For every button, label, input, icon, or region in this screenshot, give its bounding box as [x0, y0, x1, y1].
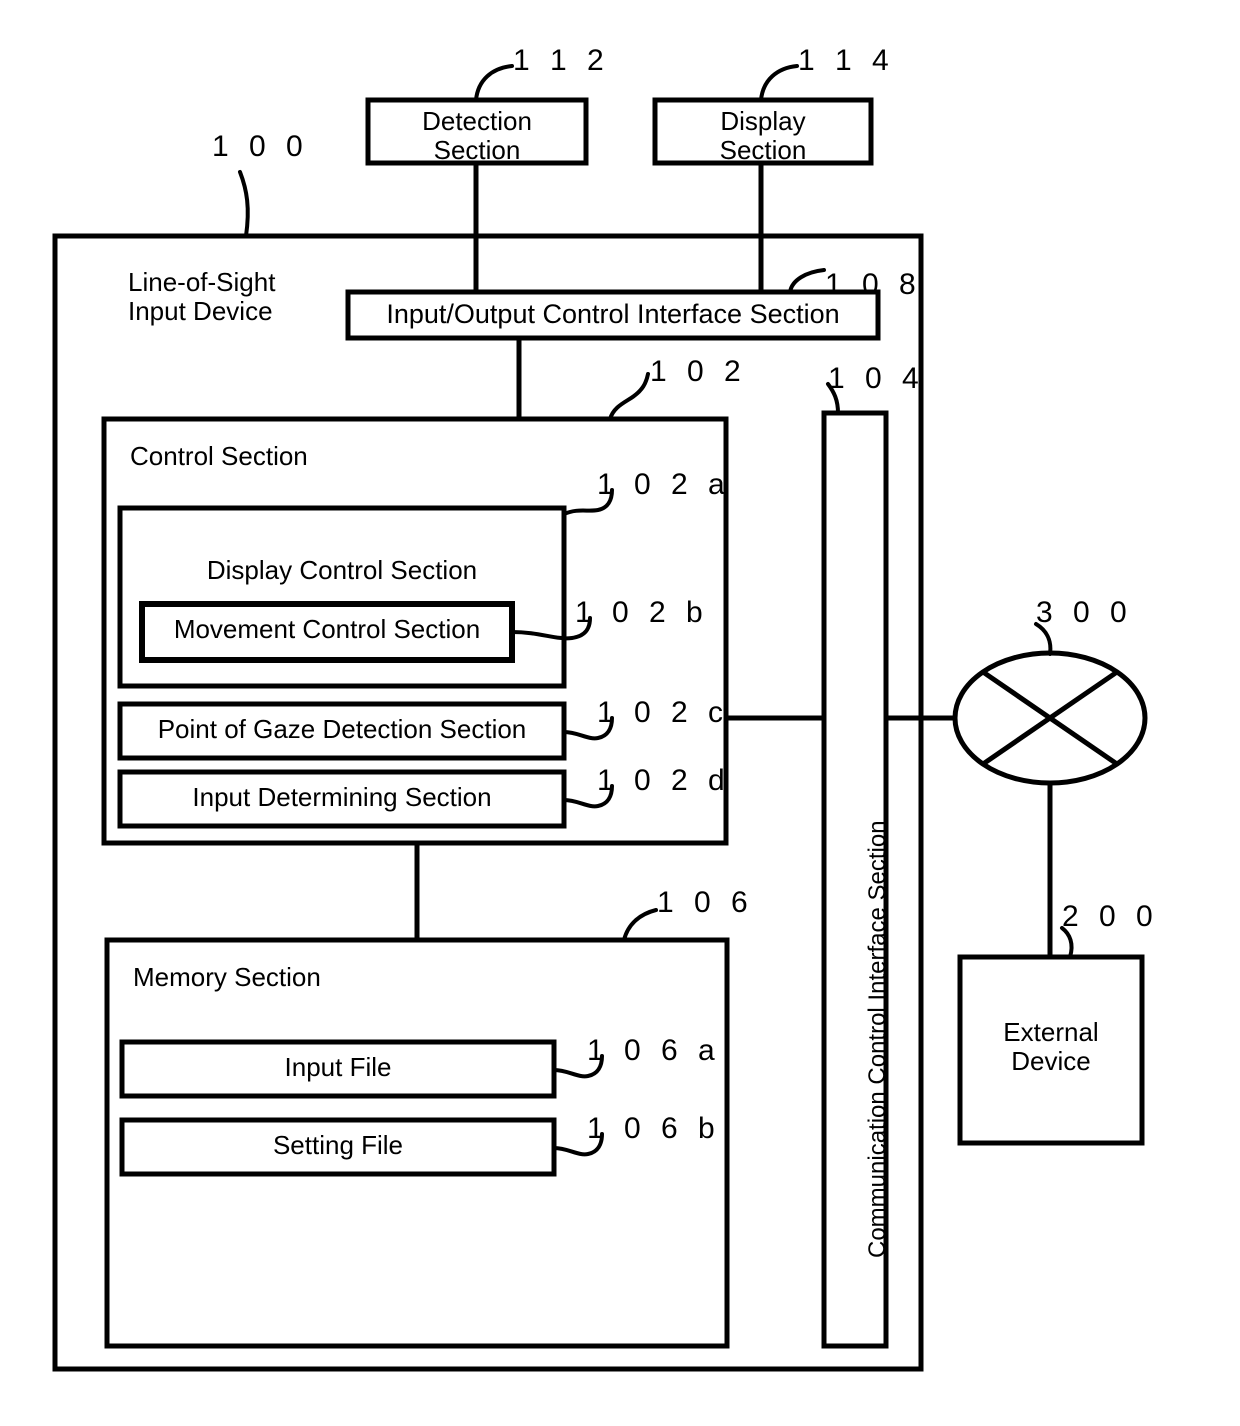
- ref-numeral-104: 1 0 4: [828, 362, 925, 395]
- communication-control-interface-label: Communication Control Interface Section: [864, 820, 891, 1258]
- ref-numeral-108: 1 0 8: [825, 268, 922, 301]
- leader-100: [238, 170, 250, 238]
- leader-112: [474, 64, 514, 102]
- ref-numeral-200: 2 0 0: [1062, 900, 1159, 933]
- ref-numeral-102c: 1 0 2 c: [597, 696, 730, 729]
- ref-numeral-106a: 1 0 6 a: [587, 1034, 721, 1067]
- input-determining-section-box: [117, 769, 567, 829]
- io-control-interface-box: [345, 289, 881, 341]
- display-section-box: [652, 97, 874, 166]
- setting-file-box: [119, 1117, 557, 1177]
- ref-numeral-102d: 1 0 2 d: [597, 764, 731, 797]
- ref-numeral-102: 1 0 2: [650, 355, 747, 388]
- ref-numeral-102a: 1 0 2 a: [597, 468, 731, 501]
- leader-102: [608, 372, 650, 421]
- leader-114: [759, 64, 799, 102]
- leader-106: [622, 908, 658, 942]
- ref-numeral-100: 1 0 0: [212, 130, 309, 163]
- ref-numeral-102b: 1 0 2 b: [575, 596, 709, 629]
- leader-108: [788, 268, 826, 294]
- input-file-box: [119, 1039, 557, 1099]
- point-of-gaze-detection-section-box: [117, 701, 567, 761]
- movement-control-section-box: [139, 601, 515, 663]
- ref-numeral-300: 3 0 0: [1036, 596, 1133, 629]
- external-device-box: [957, 954, 1145, 1146]
- detection-section-box: [365, 97, 589, 166]
- ref-numeral-106: 1 0 6: [657, 886, 754, 919]
- figure-canvas: Detection Section Display Section Extern…: [0, 0, 1240, 1426]
- network-symbol: [952, 650, 1148, 786]
- ref-numeral-114: 1 1 4: [798, 44, 895, 77]
- ref-numeral-112: 1 1 2: [513, 44, 610, 77]
- ref-numeral-106b: 1 0 6 b: [587, 1112, 721, 1145]
